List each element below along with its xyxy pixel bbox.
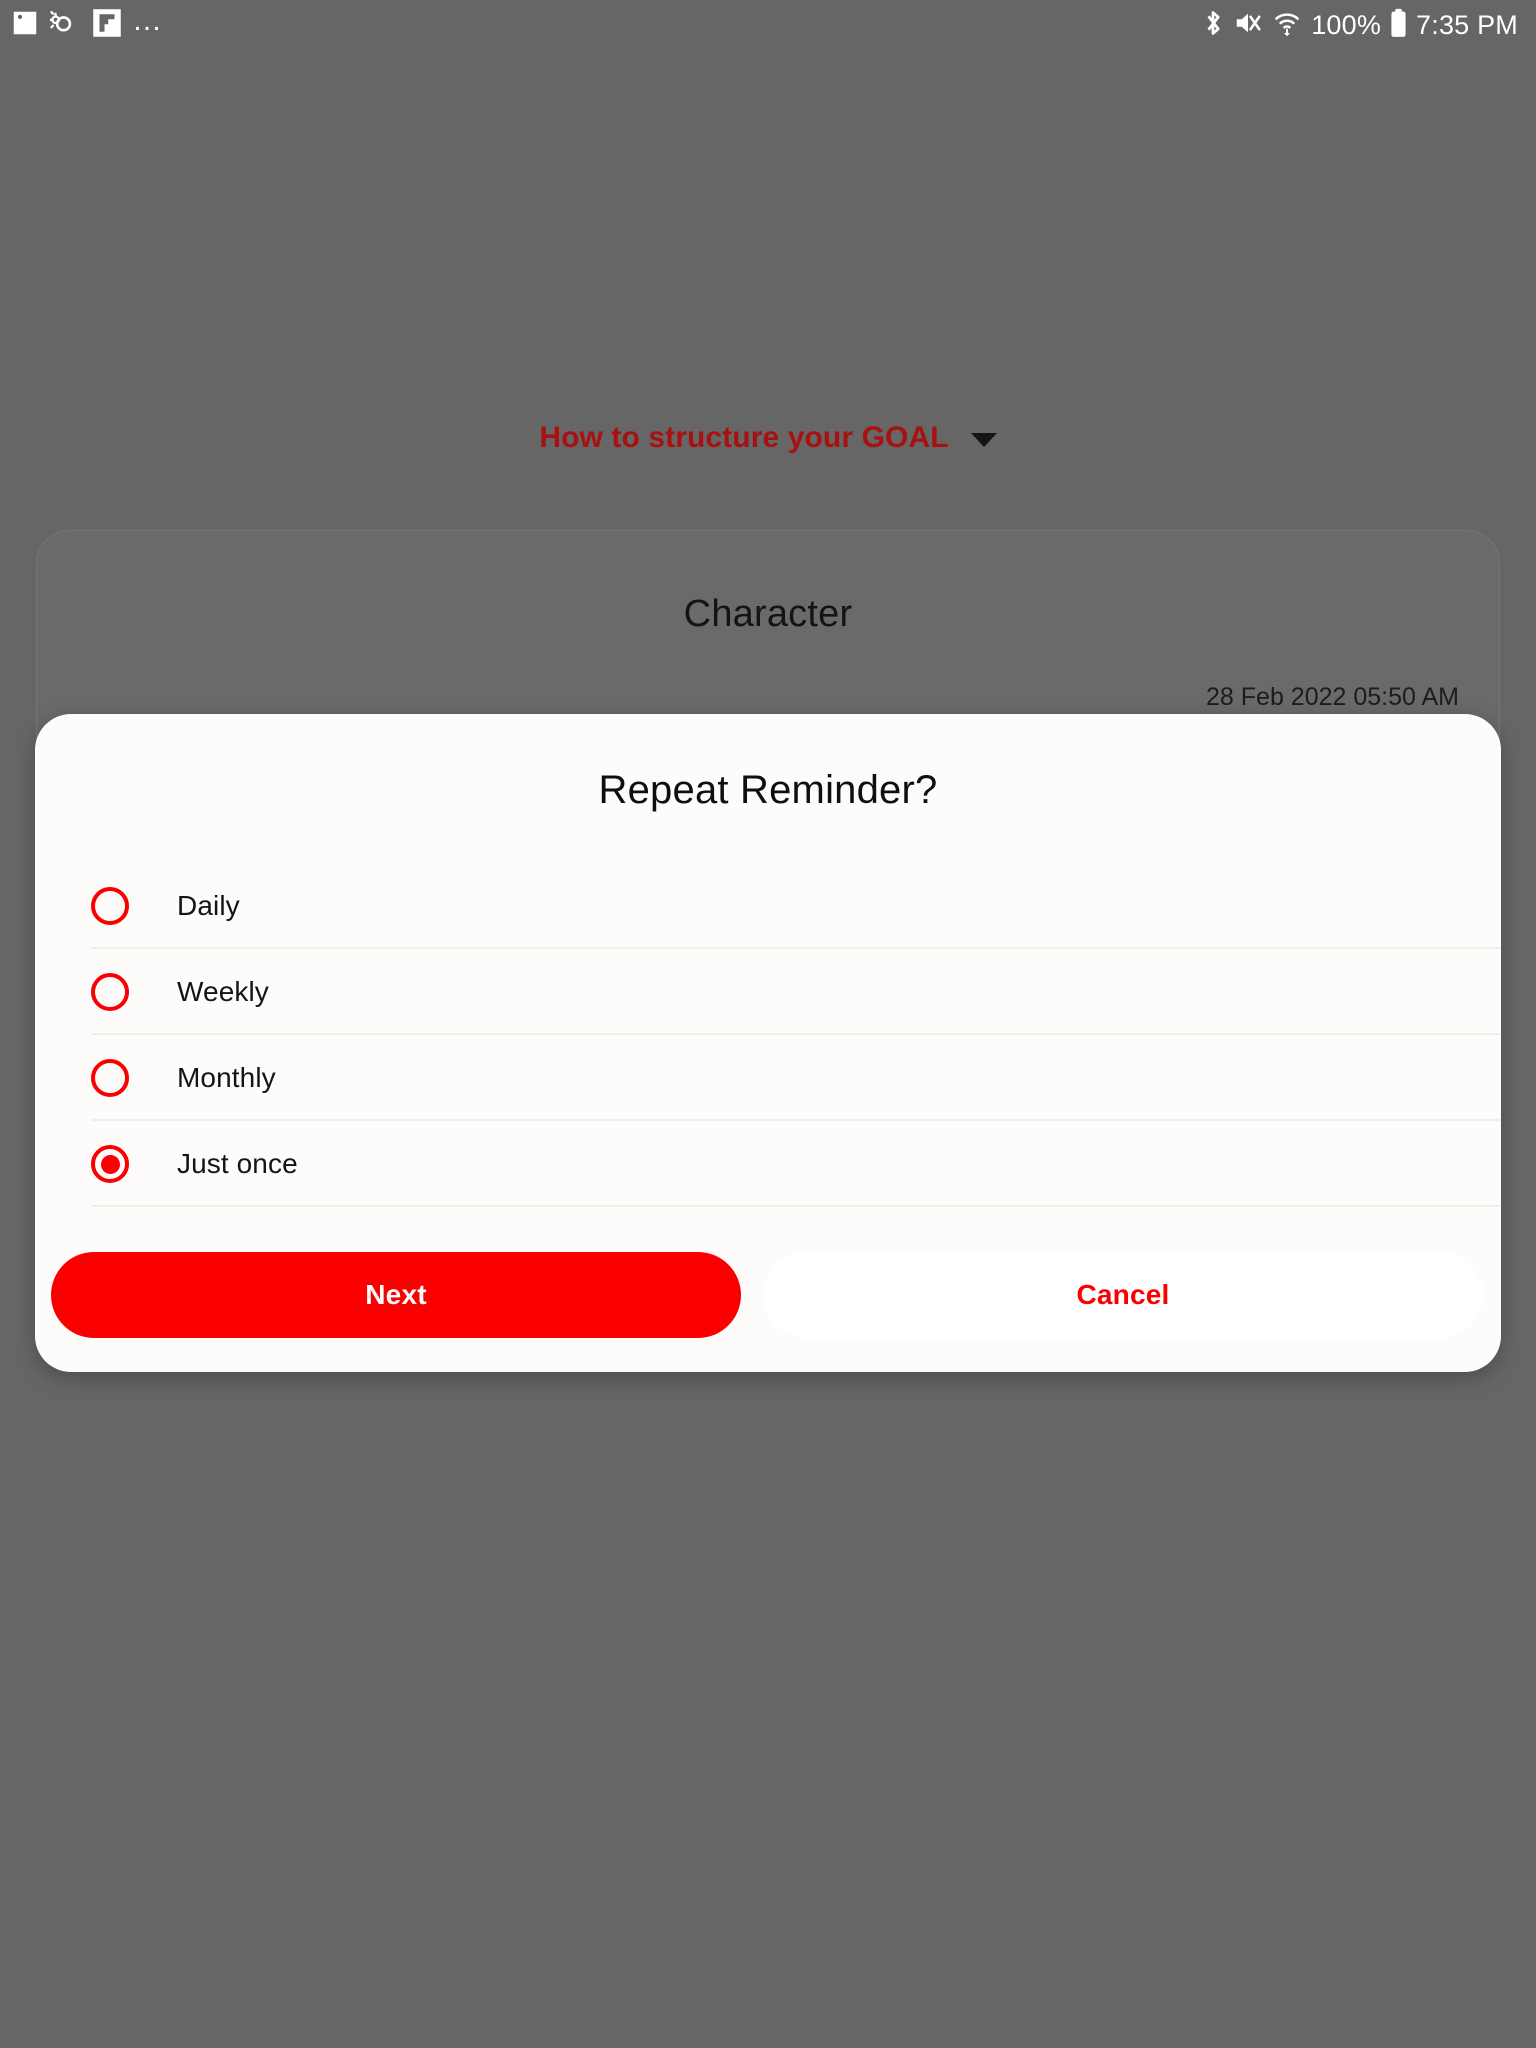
- battery-percent-label: 100%: [1311, 9, 1382, 40]
- radio-icon-daily[interactable]: [91, 887, 129, 925]
- weather-icon: [48, 8, 82, 43]
- option-row-monthly[interactable]: Monthly: [35, 1035, 1501, 1121]
- goal-structure-dropdown[interactable]: How to structure your GOAL: [0, 421, 1536, 455]
- app-icon: [92, 8, 122, 43]
- dialog-title: Repeat Reminder?: [598, 768, 938, 812]
- radio-icon-weekly[interactable]: [91, 973, 129, 1011]
- option-label-daily: Daily: [177, 890, 240, 921]
- option-row-just-once[interactable]: Just once: [35, 1121, 1501, 1207]
- status-bar: … 100% 7:35 PM: [0, 0, 1536, 50]
- bluetooth-icon: [1202, 8, 1224, 43]
- repeat-reminder-dialog: Repeat Reminder? Daily Weekly Monthly Ju…: [35, 714, 1501, 1372]
- radio-icon-monthly[interactable]: [91, 1059, 129, 1097]
- page-title: Character: [683, 593, 853, 635]
- goal-structure-label: How to structure your GOAL: [539, 421, 949, 454]
- cancel-button[interactable]: Cancel: [763, 1252, 1483, 1338]
- radio-icon-just-once[interactable]: [91, 1145, 129, 1183]
- battery-icon: [1390, 8, 1407, 43]
- option-label-just-once: Just once: [177, 1148, 298, 1179]
- status-bar-left-icons: …: [10, 4, 164, 43]
- option-row-weekly[interactable]: Weekly: [35, 949, 1501, 1035]
- clock-label: 7:35 PM: [1416, 9, 1518, 40]
- more-icon: …: [132, 4, 164, 37]
- next-button[interactable]: Next: [51, 1252, 741, 1338]
- image-icon: [10, 8, 40, 43]
- status-bar-right-icons: 100% 7:35 PM: [1202, 8, 1518, 43]
- timestamp-label: 28 Feb 2022 05:50 AM: [1206, 683, 1459, 711]
- mute-icon: [1233, 9, 1263, 42]
- phone-screen: … 100% 7:35 PM How to structure your GOA…: [0, 0, 1536, 2048]
- option-row-daily[interactable]: Daily: [35, 863, 1501, 949]
- option-label-monthly: Monthly: [177, 1062, 276, 1093]
- repeat-options-list: Daily Weekly Monthly Just once: [35, 863, 1501, 1207]
- dialog-actions: Next Cancel: [35, 1252, 1501, 1338]
- wifi-icon: [1272, 9, 1302, 42]
- option-label-weekly: Weekly: [177, 976, 269, 1007]
- chevron-down-icon[interactable]: [970, 433, 997, 447]
